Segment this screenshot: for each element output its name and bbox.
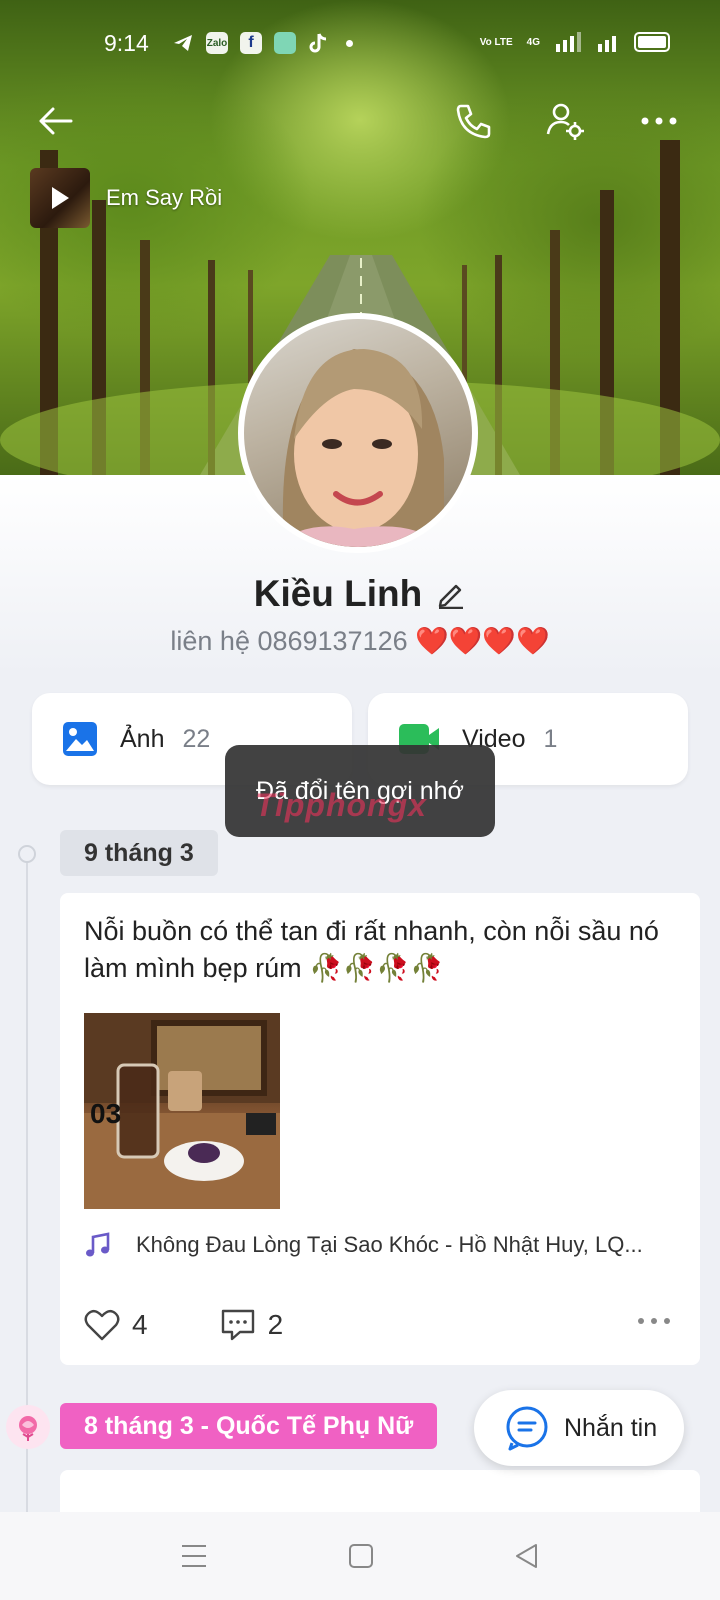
facebook-icon: f bbox=[240, 32, 262, 54]
like-button[interactable]: 4 bbox=[84, 1309, 148, 1341]
user-settings-icon bbox=[546, 103, 584, 140]
message-button-label: Nhắn tin bbox=[564, 1413, 658, 1442]
telegram-icon bbox=[174, 35, 192, 51]
post-text: Nỗi buồn có thể tan đi rất nhanh, còn nỗ… bbox=[84, 916, 659, 983]
profile-settings-button[interactable] bbox=[540, 96, 590, 146]
back-button[interactable] bbox=[30, 96, 80, 146]
notification-dot bbox=[346, 39, 353, 47]
image-icon bbox=[63, 722, 97, 756]
music-thumbnail[interactable] bbox=[30, 168, 90, 228]
post-image[interactable]: 03 bbox=[84, 1013, 280, 1209]
home-icon[interactable] bbox=[348, 1543, 374, 1569]
profile-music[interactable]: Em Say Rồi bbox=[30, 168, 222, 228]
profile-bio: liên hệ 0869137126 ❤️❤️❤️❤️ bbox=[170, 626, 550, 656]
network-4g-label: 4G bbox=[526, 36, 540, 48]
zalo-icon: Zalo bbox=[206, 32, 228, 54]
chat-bubble-icon bbox=[506, 1406, 548, 1451]
post-more-button[interactable] bbox=[636, 1313, 672, 1331]
watermark: Tipphongx bbox=[255, 787, 427, 823]
comment-count: 2 bbox=[267, 1309, 284, 1340]
photos-label: Ảnh bbox=[120, 724, 165, 753]
heart-icon bbox=[84, 1309, 120, 1341]
back-triangle-icon[interactable] bbox=[514, 1542, 540, 1570]
comment-icon bbox=[221, 1309, 254, 1341]
tiktok-icon bbox=[309, 33, 327, 53]
profile-name: Kiều Linh bbox=[253, 573, 423, 614]
signal-2-icon bbox=[598, 36, 616, 52]
signal-icon bbox=[556, 32, 581, 52]
message-button[interactable]: Nhắn tin bbox=[474, 1390, 684, 1466]
system-navigation-bar bbox=[0, 1512, 720, 1600]
more-button[interactable] bbox=[634, 96, 684, 146]
timeline-post[interactable]: Nỗi buồn có thể tan đi rất nhanh, còn nỗ… bbox=[60, 893, 700, 1365]
play-icon bbox=[52, 187, 69, 209]
avatar[interactable] bbox=[238, 313, 478, 553]
app-icon bbox=[274, 32, 296, 54]
post-song-title: Không Đau Lòng Tại Sao Khóc - Hồ Nhật Hu… bbox=[136, 1232, 643, 1257]
videos-count: 1 bbox=[543, 724, 558, 753]
rose-icon bbox=[6, 1405, 50, 1449]
comment-button[interactable]: 2 bbox=[220, 1308, 284, 1342]
photos-count: 22 bbox=[182, 724, 211, 753]
like-count: 4 bbox=[132, 1309, 148, 1340]
back-arrow-icon bbox=[39, 107, 73, 135]
music-note-icon bbox=[86, 1232, 110, 1257]
post-music[interactable]: Không Đau Lòng Tại Sao Khóc - Hồ Nhật Hu… bbox=[84, 1231, 643, 1259]
timeline-dot bbox=[18, 845, 36, 863]
more-icon bbox=[641, 117, 677, 125]
phone-icon bbox=[456, 104, 491, 139]
svg-text:03: 03 bbox=[90, 1098, 121, 1129]
status-bar: 9:14 Zalo f Vo LTE 4G bbox=[0, 28, 720, 64]
timeline-date-womens-day: 8 tháng 3 - Quốc Tế Phụ Nữ bbox=[60, 1403, 438, 1449]
edit-name-icon[interactable] bbox=[436, 579, 466, 609]
recent-apps-icon[interactable] bbox=[180, 1543, 208, 1569]
volte-label: Vo LTE bbox=[479, 36, 513, 48]
call-button[interactable] bbox=[448, 96, 498, 146]
battery-icon bbox=[634, 32, 670, 52]
status-time: 9:14 bbox=[104, 30, 149, 56]
timeline-date: 9 tháng 3 bbox=[60, 830, 218, 876]
more-horizontal-icon bbox=[638, 1318, 670, 1324]
music-title: Em Say Rồi bbox=[106, 185, 223, 210]
